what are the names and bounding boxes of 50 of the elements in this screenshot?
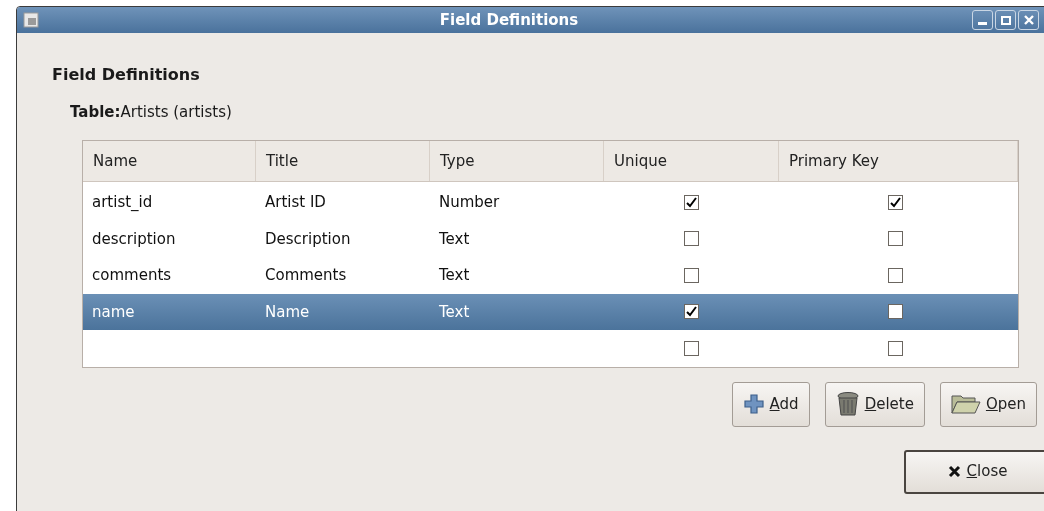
trash-can-icon xyxy=(835,391,860,417)
checkbox[interactable] xyxy=(888,340,903,356)
checkbox[interactable] xyxy=(684,340,699,356)
table-cell: artist_id xyxy=(92,193,153,211)
table-cell: Number xyxy=(439,193,500,211)
checkbox[interactable] xyxy=(888,304,903,320)
checkbox[interactable] xyxy=(888,231,903,247)
checkbox[interactable] xyxy=(684,194,699,210)
folder-icon xyxy=(950,393,981,415)
table-cell: Text xyxy=(439,302,470,321)
app-icon xyxy=(23,12,39,28)
table-cell: Artist ID xyxy=(265,193,326,211)
table-row[interactable]: description Description Text xyxy=(83,220,1018,257)
table-cell: name xyxy=(92,302,135,321)
table-cell: comments xyxy=(92,266,172,284)
column-header[interactable]: Name xyxy=(93,149,138,172)
table-row[interactable]: artist_id Artist ID Number xyxy=(83,184,1018,221)
open-button[interactable]: Open xyxy=(939,381,1037,427)
table-cell: Text xyxy=(439,229,470,248)
column-header[interactable]: Title xyxy=(266,149,299,172)
close-icon xyxy=(947,465,961,478)
minimize-button[interactable] xyxy=(972,10,993,30)
table-name: Artists (artists) xyxy=(120,102,232,123)
table-cell: Name xyxy=(265,302,310,321)
table-label: Table: xyxy=(70,102,121,123)
plus-icon xyxy=(742,393,765,415)
table-row[interactable]: name Name Text xyxy=(83,293,1018,330)
dialog-heading: Field Definitions xyxy=(52,64,200,86)
table-cell: description xyxy=(92,229,176,248)
window-title: Field Definitions xyxy=(438,9,580,31)
table-cell: Comments xyxy=(265,266,347,284)
maximize-button[interactable] xyxy=(995,10,1016,30)
close-window-button[interactable] xyxy=(1018,10,1039,30)
column-header[interactable]: Type xyxy=(440,149,475,172)
maximize-icon xyxy=(1000,15,1011,25)
checkbox[interactable] xyxy=(684,267,699,283)
checkbox[interactable] xyxy=(888,194,903,210)
column-header[interactable]: Unique xyxy=(614,149,667,172)
delete-button[interactable]: Delete xyxy=(824,381,925,427)
close-icon xyxy=(1023,15,1034,25)
checkbox[interactable] xyxy=(888,267,903,283)
table-row[interactable]: comments Comments Text xyxy=(83,257,1018,294)
add-button[interactable]: Add xyxy=(731,381,810,427)
checkbox[interactable] xyxy=(684,231,699,247)
minimize-icon xyxy=(978,22,987,25)
close-button[interactable]: Close xyxy=(904,449,1044,494)
table-cell: Text xyxy=(439,266,470,284)
checkbox[interactable] xyxy=(684,304,699,320)
table-cell: Description xyxy=(265,229,351,248)
column-header[interactable]: Primary Key xyxy=(789,149,879,172)
